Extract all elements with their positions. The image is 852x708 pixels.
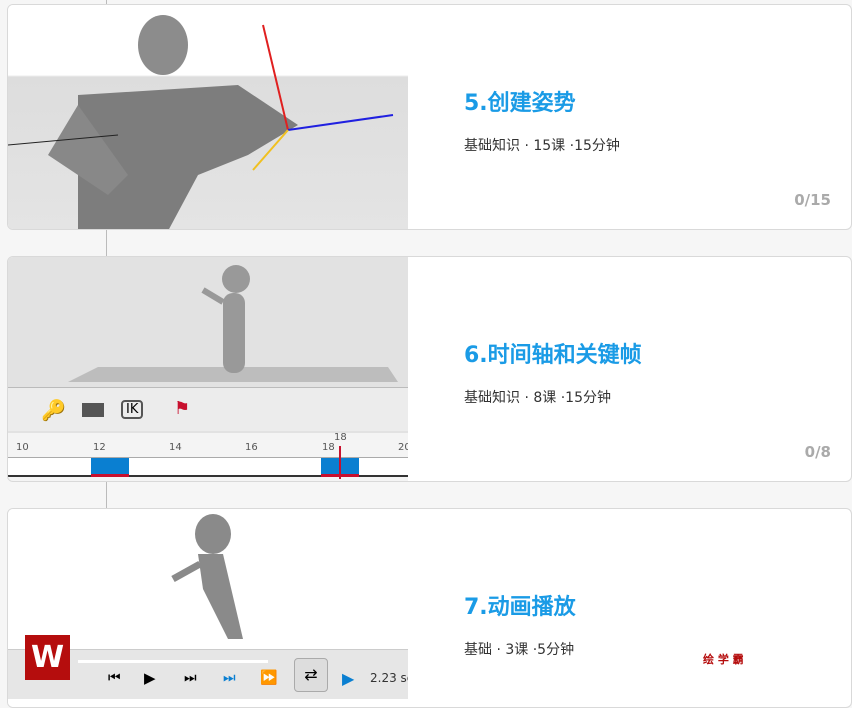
thumbnail-timeline: 🔑 IK ⚑ 10 12 14 16 18 20 18 xyxy=(8,257,408,481)
end-icon[interactable]: ⏭ xyxy=(223,670,236,686)
ik-icon[interactable]: IK xyxy=(121,400,144,419)
keyframe-block[interactable] xyxy=(91,458,129,477)
current-frame: 18 xyxy=(334,432,347,443)
course-meta: 基础知识 · 8课 ·15分钟 xyxy=(464,390,611,406)
watermark: 绘 学 霸 xyxy=(703,653,744,666)
tick-label: 18 xyxy=(322,442,335,453)
tick-label: 10 xyxy=(16,442,29,453)
play-icon[interactable]: ▶ xyxy=(144,669,156,687)
loop-button[interactable]: ⇄ xyxy=(294,658,328,692)
next-key-icon[interactable]: ⏭ xyxy=(184,670,197,686)
key-icon[interactable]: 🔑 xyxy=(41,398,66,422)
course-progress: 0/8 xyxy=(804,443,831,461)
keyframe-toolbar: 🔑 IK ⚑ xyxy=(8,387,408,431)
tick-label: 20 xyxy=(398,442,408,453)
course-card-6[interactable]: 🔑 IK ⚑ 10 12 14 16 18 20 18 6.时间轴和关键帧 基础… xyxy=(7,256,852,482)
play-key-icon[interactable]: ▶ xyxy=(342,669,354,688)
course-card-7[interactable]: ⏮ ▶ ⏭ ⏭ ⏩ ⇄ ▶ 2.23 se W 7.动画播放 基础 · 3课 ·… xyxy=(7,508,852,708)
course-title[interactable]: 5.创建姿势 xyxy=(464,85,576,117)
tick-label: 16 xyxy=(245,442,258,453)
character-illustration xyxy=(171,514,243,639)
playback-time: 2.23 se xyxy=(370,671,408,685)
playhead[interactable] xyxy=(339,446,341,479)
course-title[interactable]: 6.时间轴和关键帧 xyxy=(464,337,642,369)
course-card-5[interactable]: 5.创建姿势 基础知识 · 15课 ·15分钟 0/15 xyxy=(7,4,852,230)
course-meta: 基础 · 3课 ·5分钟 xyxy=(464,642,575,658)
course-meta: 基础知识 · 15课 ·15分钟 xyxy=(464,138,620,154)
progress-slider[interactable] xyxy=(78,660,268,663)
timeline[interactable]: 10 12 14 16 18 20 18 xyxy=(8,432,408,481)
thumbnail-pose xyxy=(8,5,408,229)
tick-label: 14 xyxy=(169,442,182,453)
tick-label: 12 xyxy=(93,442,106,453)
rig-illustration xyxy=(8,15,394,229)
thumbnail-playback: ⏮ ▶ ⏭ ⏭ ⏩ ⇄ ▶ 2.23 se W xyxy=(8,509,408,707)
course-title[interactable]: 7.动画播放 xyxy=(464,589,576,621)
prev-key-icon[interactable]: ⏮ xyxy=(108,670,121,686)
character-illustration xyxy=(68,265,398,382)
logo: W xyxy=(25,635,70,680)
fast-forward-icon[interactable]: ⏩ xyxy=(260,670,277,686)
course-progress: 0/15 xyxy=(794,191,831,209)
flag-icon[interactable]: ⚑ xyxy=(174,398,190,419)
split-icon[interactable] xyxy=(82,403,104,417)
